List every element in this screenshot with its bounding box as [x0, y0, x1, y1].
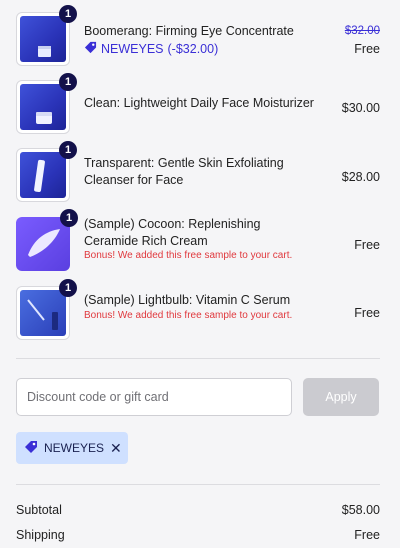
- discount-amount: (-$32.00): [167, 42, 219, 56]
- item-price: $28.00: [341, 170, 380, 184]
- shipping-label: Shipping: [16, 528, 65, 542]
- discount-code-input[interactable]: [16, 378, 292, 416]
- item-title: Transparent: Gentle Skin Exfoliating Cle…: [84, 156, 284, 187]
- divider: [16, 358, 380, 359]
- quantity-badge: 1: [59, 5, 77, 23]
- quantity-badge: 1: [59, 141, 77, 159]
- bonus-note: Bonus! We added this free sample to your…: [84, 250, 293, 261]
- product-image: 1: [16, 279, 77, 340]
- applied-discount-chip: NEWEYES ✕: [16, 432, 128, 464]
- item-price: Free: [354, 238, 380, 252]
- product-photo: [20, 84, 66, 130]
- subtotal-label: Subtotal: [16, 503, 62, 517]
- product-photo: [20, 152, 66, 198]
- bonus-note: Bonus! We added this free sample to your…: [84, 310, 293, 321]
- item-title: (Sample) Lightbulb: Vitamin C Serum: [84, 293, 291, 307]
- item-title: Boomerang: Firming Eye Concentrate: [84, 24, 294, 38]
- product-image: 1: [16, 5, 77, 66]
- item-price: Free: [354, 42, 380, 56]
- product-photo: [16, 217, 70, 271]
- product-image: 1: [16, 73, 77, 134]
- item-title: (Sample) Cocoon: Replenishing Ceramide R…: [84, 217, 261, 248]
- quantity-badge: 1: [59, 73, 77, 91]
- item-title: Clean: Lightweight Daily Face Moisturize…: [84, 96, 314, 110]
- product-photo: [20, 16, 66, 62]
- item-price: Free: [354, 306, 380, 320]
- product-image: 1: [16, 141, 77, 202]
- discount-code: NEWEYES: [101, 42, 164, 56]
- product-image: 1: [16, 209, 78, 271]
- remove-discount-icon[interactable]: ✕: [110, 440, 122, 457]
- item-price: $30.00: [341, 101, 380, 115]
- quantity-badge: 1: [59, 279, 77, 297]
- subtotal-value: $58.00: [341, 503, 380, 517]
- item-discount: NEWEYES (-$32.00): [84, 41, 218, 57]
- apply-button[interactable]: Apply: [303, 378, 379, 416]
- tag-icon: [24, 440, 38, 457]
- divider: [16, 484, 380, 485]
- applied-code: NEWEYES: [44, 441, 105, 455]
- original-price: $32.00: [344, 25, 380, 37]
- product-photo: [20, 290, 66, 336]
- tag-icon: [84, 41, 97, 57]
- quantity-badge: 1: [60, 209, 78, 227]
- shipping-value: Free: [354, 528, 380, 542]
